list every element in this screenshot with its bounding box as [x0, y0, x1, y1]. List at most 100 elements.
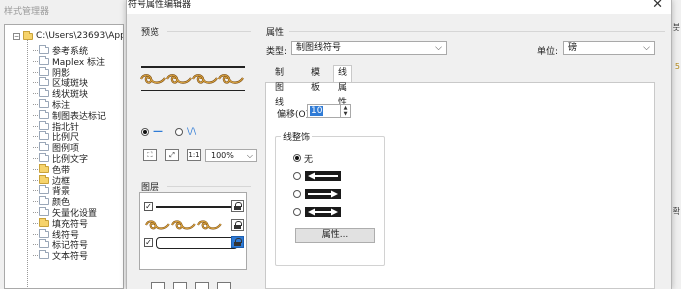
tree-connector [33, 125, 38, 127]
folder-icon [39, 153, 49, 162]
tree-connector [33, 222, 38, 224]
folder-icon [39, 99, 49, 108]
decoration-both-arrows-option[interactable] [293, 206, 341, 218]
style-manager-title: 样式管理器 [4, 7, 50, 17]
folder-icon [39, 196, 49, 206]
folder-icon [39, 207, 49, 216]
layer-row-selected[interactable]: ✓ [142, 235, 246, 249]
tree-connector [33, 168, 38, 170]
tree-connector [33, 244, 38, 246]
layers-divider [167, 186, 251, 187]
zoom-select[interactable]: 100% ⌵ [205, 149, 257, 162]
decoration-none-radio[interactable] [293, 154, 301, 162]
left-arrow-icon [305, 171, 341, 181]
tree-connector [33, 104, 38, 105]
lock-icon[interactable] [231, 236, 244, 248]
pattern-mode-label: \/\ [187, 126, 197, 137]
preview-pattern [139, 74, 244, 84]
line-mode-radio[interactable] [141, 127, 149, 136]
tree-connector [33, 82, 38, 84]
layer-pattern-swatch [145, 220, 222, 230]
right-arrow-icon [305, 189, 341, 199]
edge-char: 붓 [672, 23, 680, 32]
folder-icon [39, 142, 49, 152]
tree-root-label: C:\Users\23693\App [36, 31, 124, 41]
tab-line-properties[interactable]: 线属性 [333, 65, 353, 108]
lock-icon[interactable] [231, 200, 244, 212]
decoration-none-label: 无 [304, 154, 314, 165]
folder-icon [39, 185, 49, 195]
right-edge-strip: 붓 5 확 [671, 0, 681, 289]
tree-connector [33, 255, 38, 257]
layer-row[interactable]: ✓ [142, 199, 246, 213]
unit-select[interactable]: 磅 ⌵ [563, 41, 655, 55]
folder-icon [39, 55, 49, 65]
actual-size-icon[interactable]: ⤢ [165, 149, 179, 161]
tab-template[interactable]: 模板 [307, 66, 324, 93]
folder-icon [39, 120, 49, 130]
tree-guide-line [27, 39, 28, 288]
remove-layer-button[interactable] [173, 282, 187, 289]
move-layer-up-button[interactable] [195, 282, 209, 289]
tree-connector [33, 50, 38, 51]
layer-visible-checkbox[interactable]: ✓ [144, 202, 153, 211]
pattern-mode-radio[interactable] [175, 127, 183, 136]
unit-value: 磅 [568, 43, 578, 53]
symbol-property-editor-dialog: 符号属性编辑器 ✕ 预览 — \/\ ⛶ ⤢ 1:1 100% ⌵ 图层 ✓ ✓… [126, 0, 672, 289]
layer-visible-checkbox[interactable]: ✓ [144, 238, 153, 247]
fit-icon[interactable]: ⛶ [143, 149, 157, 161]
folder-icon [39, 174, 49, 184]
chevron-down-icon: ⌵ [435, 43, 442, 53]
layers-list[interactable]: ✓ ✓ [139, 192, 247, 270]
preview-top-line [141, 66, 245, 68]
tree-connector [33, 158, 38, 159]
offset-spinner[interactable]: ▲ ▼ [340, 105, 350, 117]
type-select[interactable]: 制图线符号 ⌵ [291, 41, 447, 55]
dialog-title: 符号属性编辑器 [128, 0, 192, 10]
style-tree[interactable]: − C:\Users\23693\App 参考系统 Maplex 标注 阴影 区域斑块… [4, 24, 124, 289]
chevron-down-icon: ⌵ [246, 151, 253, 160]
decoration-right-arrow-option[interactable] [293, 188, 341, 200]
offset-input[interactable]: 10 ▲ ▼ [307, 104, 351, 118]
type-value: 制图线符号 [296, 43, 342, 53]
close-icon[interactable]: ✕ [652, 0, 663, 12]
folder-icon [39, 131, 49, 141]
tree-connector [33, 136, 38, 138]
decoration-left-radio[interactable] [293, 172, 301, 180]
layer-line-swatch [156, 206, 234, 208]
tree-connector [33, 212, 38, 213]
one-to-one-icon[interactable]: 1:1 [187, 149, 201, 161]
layer-white-line-swatch [156, 237, 238, 249]
move-layer-down-button[interactable] [217, 282, 231, 289]
line-decoration-group [275, 136, 385, 266]
folder-open-icon [23, 30, 33, 40]
decoration-none-option[interactable]: 无 [293, 152, 314, 165]
properties-label: 属性 [266, 28, 285, 38]
decoration-properties-button[interactable]: 属性... [295, 228, 375, 243]
edge-char: 확 [672, 207, 680, 216]
decoration-left-arrow-option[interactable] [293, 170, 341, 182]
collapse-icon[interactable]: − [13, 32, 20, 40]
zoom-value: 100% [211, 151, 234, 160]
decoration-right-radio[interactable] [293, 190, 301, 198]
dialog-titlebar: 符号属性编辑器 ✕ [127, 0, 671, 14]
properties-divider [289, 31, 665, 32]
lock-icon[interactable] [231, 219, 244, 231]
preview-bottom-line [141, 90, 245, 91]
add-layer-button[interactable] [151, 282, 165, 289]
folder-icon [39, 163, 49, 173]
tree-connector [33, 71, 38, 73]
tree-connector [33, 114, 38, 116]
tree-connector [33, 93, 38, 95]
folder-icon [39, 228, 49, 238]
tree-connector [33, 190, 38, 192]
tree-item[interactable]: 文本符号 [33, 250, 88, 262]
tree-connector [33, 201, 38, 203]
tab-cartographic-line[interactable]: 制图线 [271, 66, 288, 108]
decoration-both-radio[interactable] [293, 208, 301, 216]
line-decoration-label: 线整饰 [281, 130, 313, 143]
folder-icon [39, 217, 49, 227]
edge-char: 5 [674, 62, 680, 71]
layer-row[interactable] [142, 218, 246, 232]
tree-root-node[interactable]: − C:\Users\23693\App [13, 30, 124, 41]
